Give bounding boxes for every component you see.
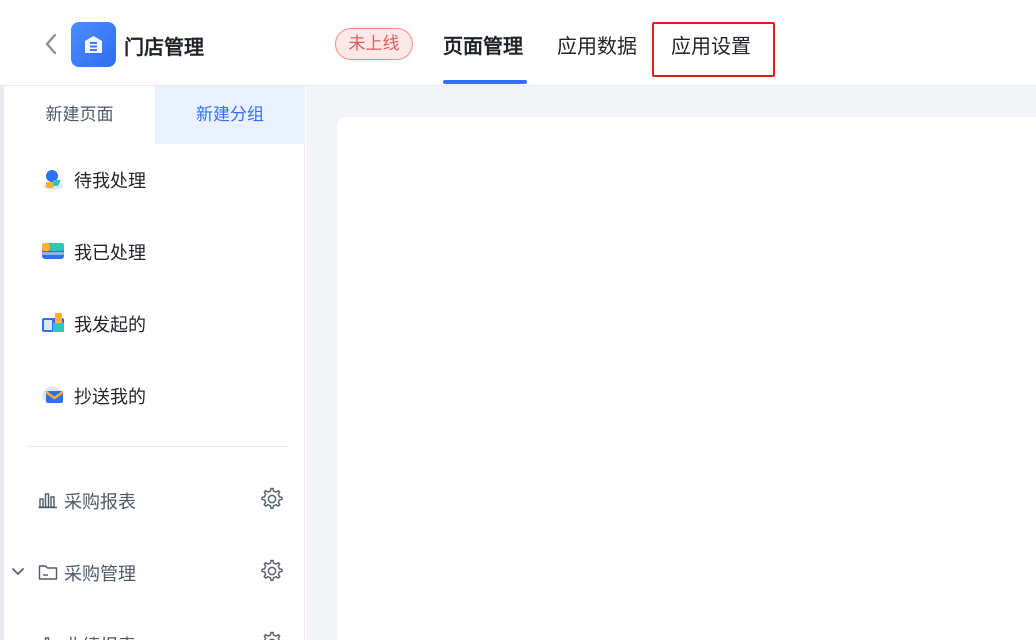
sidebar-group-label: 业绩报表 (64, 632, 136, 640)
sidebar-item-label: 抄送我的 (74, 387, 146, 408)
app-title: 门店管理 (124, 35, 204, 59)
sidebar-item-label: 待我处理 (74, 171, 146, 192)
gear-icon[interactable] (258, 630, 284, 640)
status-badge: 未上线 (335, 28, 413, 60)
chevron-down-icon[interactable] (10, 563, 26, 579)
gear-icon[interactable] (258, 558, 284, 584)
new-group-button[interactable]: 新建分组 (155, 86, 305, 144)
gear-icon[interactable] (258, 486, 284, 512)
main-area (306, 86, 1036, 640)
sidebar-group-purchase-management[interactable]: 采购管理 (4, 551, 305, 591)
tab-app-settings[interactable]: 应用设置 (671, 30, 751, 59)
sidebar-tabs: 新建页面 新建分组 (4, 86, 305, 144)
tab-app-data[interactable]: 应用数据 (557, 30, 637, 59)
bar-chart-icon (38, 491, 58, 509)
sidebar: 新建页面 新建分组 待我处理 我已处理 我发起的 抄送我的 采购报表 采购管理 (0, 86, 305, 640)
back-icon[interactable] (40, 30, 62, 58)
initiated-icon (41, 311, 65, 335)
sidebar-item-processed[interactable]: 我已处理 (4, 228, 305, 274)
app-logo-icon (71, 22, 116, 67)
new-page-button[interactable]: 新建页面 (4, 86, 155, 144)
tab-page-management[interactable]: 页面管理 (443, 30, 523, 59)
bar-chart-icon (38, 635, 58, 640)
sidebar-item-initiated[interactable]: 我发起的 (4, 300, 305, 346)
sidebar-item-pending[interactable]: 待我处理 (4, 156, 305, 202)
cc-mail-icon (41, 383, 65, 407)
sidebar-item-cc[interactable]: 抄送我的 (4, 372, 305, 418)
folder-icon (38, 563, 58, 581)
sidebar-group-purchase-report[interactable]: 采购报表 (4, 479, 305, 519)
sidebar-divider (26, 446, 288, 447)
sidebar-item-label: 我已处理 (74, 243, 146, 264)
sidebar-group-performance-report[interactable]: 业绩报表 (4, 623, 305, 640)
app-header: 门店管理 未上线 页面管理 应用数据 应用设置 (0, 0, 1036, 86)
sidebar-group-label: 采购管理 (64, 564, 136, 585)
page-canvas (337, 117, 1036, 640)
pending-icon (41, 167, 65, 191)
active-tab-indicator (443, 80, 527, 84)
sidebar-item-label: 我发起的 (74, 315, 146, 336)
sidebar-group-label: 采购报表 (64, 492, 136, 513)
processed-icon (41, 239, 65, 263)
